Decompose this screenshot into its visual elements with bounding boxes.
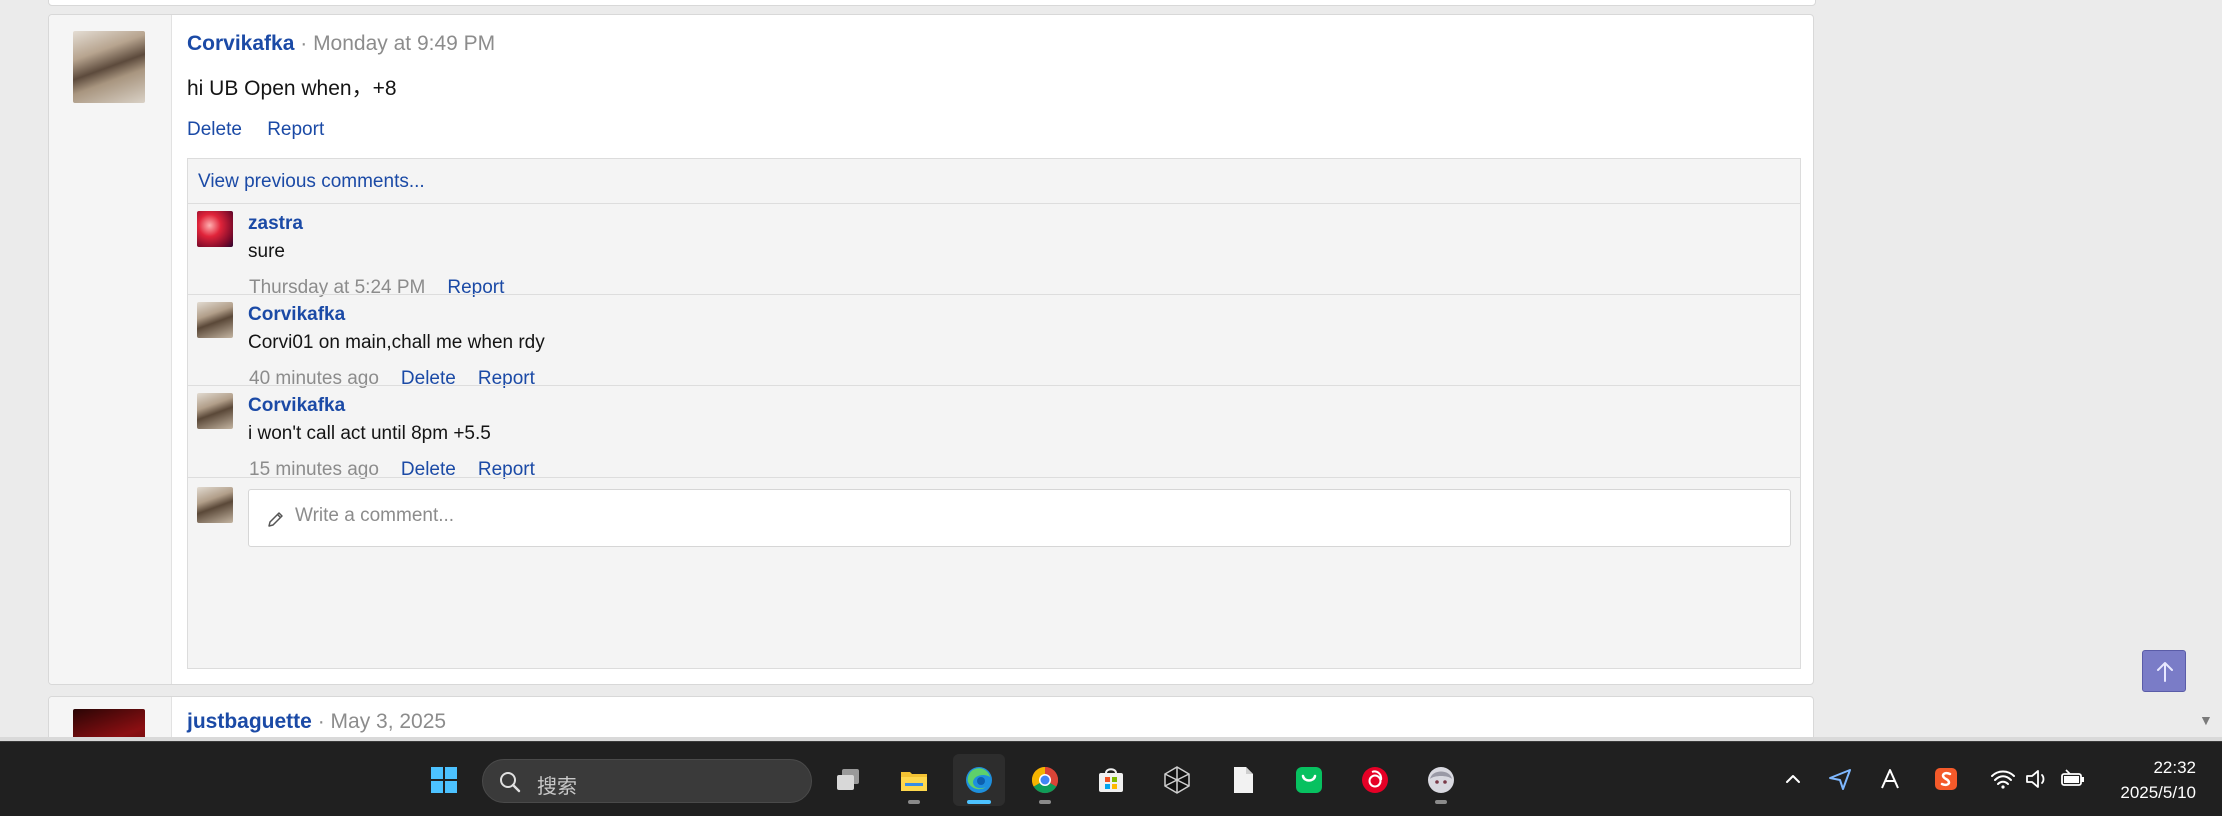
taskbar-clock[interactable]: 22:32 2025/5/10: [2120, 755, 2196, 805]
post-time[interactable]: Monday at 9:49 PM: [313, 32, 495, 55]
post-sidebar: [49, 697, 172, 741]
current-user-avatar: [197, 487, 233, 523]
running-indicator: [1435, 800, 1447, 804]
search-icon: [500, 772, 521, 793]
view-previous-comments-link[interactable]: View previous comments...: [198, 171, 425, 193]
post-sidebar: [49, 15, 172, 684]
comment-author-link[interactable]: Corvikafka: [248, 304, 345, 326]
file-button[interactable]: [1217, 754, 1269, 806]
wechat-button[interactable]: [1283, 754, 1335, 806]
post-delete-link[interactable]: Delete: [187, 119, 242, 140]
anime-avatar-icon: [1428, 767, 1454, 793]
sogou-icon[interactable]: [1933, 766, 1959, 792]
font-a-icon[interactable]: [1877, 766, 1903, 792]
comment-divider: [188, 385, 1800, 386]
profile-post-card: Corvikafka · Monday at 9:49 PM hi UB Ope…: [48, 14, 1814, 685]
post-header: Corvikafka · Monday at 9:49 PM: [187, 32, 495, 56]
chevron-up-icon[interactable]: [1780, 766, 1806, 792]
comment-text: Corvi01 on main,chall me when rdy: [248, 332, 545, 353]
post-report-link[interactable]: Report: [267, 119, 324, 140]
clock-date: 2025/5/10: [2120, 783, 2196, 802]
netease-music-button[interactable]: [1349, 754, 1401, 806]
file-icon: [1234, 767, 1253, 793]
task-view-icon: [837, 769, 859, 790]
microsoft-store-button[interactable]: [1085, 754, 1137, 806]
file-explorer-button[interactable]: [888, 754, 940, 806]
arrow-up-icon: [2157, 662, 2173, 682]
comment-text: sure: [248, 241, 285, 262]
start-button[interactable]: [418, 754, 470, 806]
taskbar-search-box[interactable]: 搜索: [482, 759, 812, 803]
wechat-icon: [1296, 767, 1322, 793]
unity-button[interactable]: [1151, 754, 1203, 806]
next-post-card: justbaguette · May 3, 2025: [48, 696, 1814, 741]
comment-avatar[interactable]: [197, 302, 233, 338]
netease-music-icon: [1362, 767, 1388, 793]
post-separator: ·: [317, 710, 331, 733]
write-comment-box[interactable]: [248, 489, 1791, 547]
comment-text: i won't call act until 8pm +5.5: [248, 423, 491, 444]
scrollbar-down-arrow-icon[interactable]: ▼: [2199, 712, 2213, 728]
previous-post-card: [48, 0, 1816, 6]
chrome-button[interactable]: [1019, 754, 1071, 806]
write-comment-input[interactable]: [293, 504, 1697, 528]
scroll-to-top-button[interactable]: [2142, 650, 2186, 692]
pencil-icon: [268, 512, 283, 527]
post-author-link[interactable]: justbaguette: [187, 710, 312, 733]
running-indicator: [967, 800, 991, 804]
file-explorer-icon: [901, 772, 927, 791]
comment-author-link[interactable]: Corvikafka: [248, 395, 345, 417]
start-icon: [431, 767, 457, 793]
battery-icon[interactable]: [2060, 766, 2086, 792]
wifi-icon[interactable]: [1990, 766, 2016, 792]
comment-meta: 40 minutes ago Delete Report: [249, 368, 557, 390]
comment-avatar[interactable]: [197, 211, 233, 247]
edge-icon: [966, 767, 992, 793]
post-separator: ·: [300, 32, 314, 55]
comment-meta: Thursday at 5:24 PM Report: [249, 277, 526, 299]
post-author-avatar[interactable]: [73, 31, 145, 103]
anime-avatar-app-button[interactable]: [1415, 754, 1467, 806]
post-time[interactable]: May 3, 2025: [331, 710, 447, 733]
comment-divider: [188, 203, 1800, 204]
volume-icon[interactable]: [2024, 766, 2050, 792]
running-indicator: [1039, 800, 1051, 804]
post-body-text: hi UB Open when，+8: [187, 77, 397, 100]
search-placeholder: 搜索: [537, 774, 577, 798]
chrome-icon: [1031, 766, 1059, 794]
post-header: justbaguette · May 3, 2025: [187, 710, 446, 734]
post-actions: Delete Report: [187, 119, 344, 141]
unity-icon: [1164, 766, 1190, 794]
running-indicator: [908, 800, 920, 804]
windows-taskbar: 搜索 22:32 2025/5/10: [0, 741, 2222, 816]
comments-section: View previous comments... zastra sure Th…: [187, 158, 1801, 669]
send-icon[interactable]: [1827, 766, 1853, 792]
comment-divider: [188, 477, 1800, 478]
comment-avatar[interactable]: [197, 393, 233, 429]
task-view-button[interactable]: [822, 754, 874, 806]
clock-time: 22:32: [2153, 758, 2196, 777]
microsoft-store-icon: [1099, 768, 1123, 792]
page-content: Corvikafka · Monday at 9:49 PM hi UB Ope…: [0, 0, 2222, 741]
post-author-link[interactable]: Corvikafka: [187, 32, 294, 55]
comment-divider: [188, 294, 1800, 295]
edge-button[interactable]: [953, 754, 1005, 806]
comment-author-link[interactable]: zastra: [248, 213, 303, 235]
